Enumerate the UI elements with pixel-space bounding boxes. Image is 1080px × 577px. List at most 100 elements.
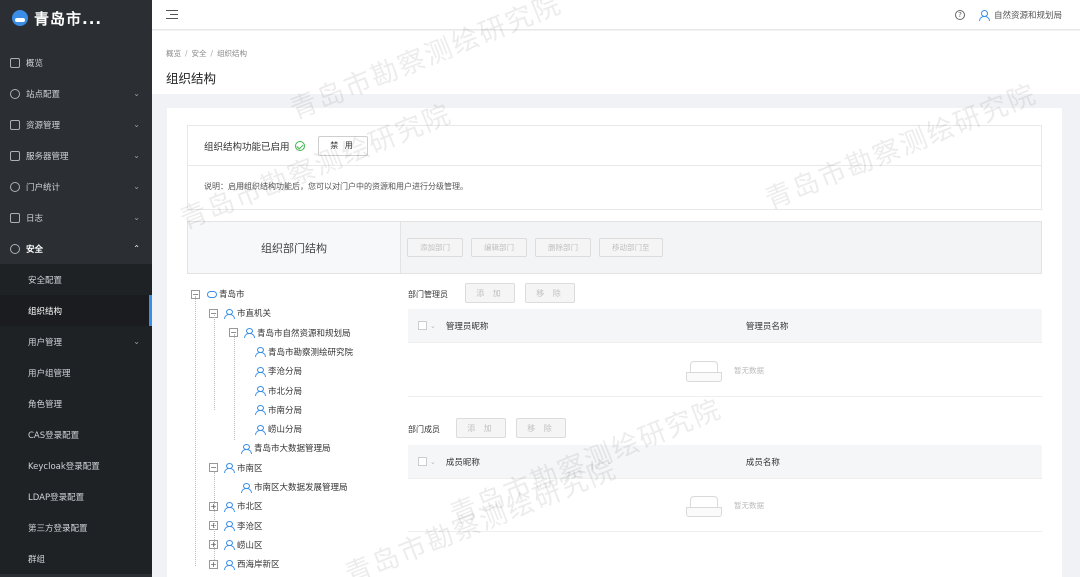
- tree-node-label: 西海岸新区: [237, 560, 280, 571]
- sidebar-subitem[interactable]: 用户管理 ⌄: [0, 326, 152, 357]
- tree-node[interactable]: 市南分局: [255, 402, 302, 418]
- sidebar-subitem[interactable]: 角色管理: [0, 388, 152, 419]
- tree-node-label: 青岛市: [219, 290, 245, 300]
- tree-node[interactable]: − 市直机关: [209, 305, 271, 321]
- group-icon: [224, 463, 235, 474]
- tree-node[interactable]: + 崂山区: [209, 537, 263, 553]
- breadcrumb-item[interactable]: 安全: [192, 49, 207, 58]
- org-structure-title: 组织部门结构: [188, 222, 401, 273]
- sidebar-item-label: 资源管理: [26, 120, 61, 131]
- add-member-button[interactable]: 添 加: [456, 418, 506, 438]
- chevron-down-icon[interactable]: ⌄: [430, 458, 436, 466]
- tree-node[interactable]: 青岛市勘察测绘研究院: [255, 344, 353, 360]
- sidebar-subitem[interactable]: 群组: [0, 543, 152, 574]
- breadcrumb-item[interactable]: 概览: [166, 49, 181, 58]
- empty-text: 暂无数据: [734, 365, 764, 375]
- group-icon: [255, 424, 266, 435]
- collapse-menu-icon[interactable]: [166, 9, 178, 20]
- tree-node-label: 青岛市勘察测绘研究院: [268, 347, 354, 358]
- tree-node-label: 市北分局: [268, 386, 303, 397]
- sidebar-item-label: 安全: [26, 244, 44, 255]
- sidebar-item[interactable]: 安全 ⌃: [0, 233, 152, 264]
- edit-department-button[interactable]: 编辑部门: [471, 238, 527, 257]
- add-admin-button[interactable]: 添 加: [465, 283, 515, 303]
- server-icon: [10, 150, 20, 161]
- brand-title: 青岛市...: [34, 9, 103, 28]
- sidebar-item-label: 门户统计: [26, 182, 61, 193]
- tree-node[interactable]: 李沧分局: [255, 363, 302, 379]
- chart-icon: [10, 181, 20, 192]
- remove-admin-button[interactable]: 移 除: [525, 283, 575, 303]
- status-panel: 组织结构功能已启用 禁 用 说明：启用组织结构功能后，您可以对门户中的资源和用户…: [187, 125, 1042, 210]
- sidebar-item[interactable]: 日志 ⌄: [0, 202, 152, 233]
- tree-connector: [195, 296, 196, 566]
- tree-node[interactable]: − 市南区: [209, 460, 263, 476]
- sidebar-subitem[interactable]: 用户组管理: [0, 357, 152, 388]
- delete-department-button[interactable]: 删除部门: [535, 238, 591, 257]
- tree-node[interactable]: + 西海岸新区: [209, 556, 280, 572]
- group-icon: [255, 405, 266, 416]
- table-icon: [10, 119, 20, 130]
- chevron-down-icon[interactable]: ⌄: [430, 322, 436, 330]
- empty-box-icon: [686, 494, 722, 517]
- admins-table-header: ⌄ 管理员昵称 管理员名称: [408, 309, 1042, 343]
- empty-box-icon: [686, 359, 722, 382]
- tree-node[interactable]: 市南区大数据发展管理局: [241, 479, 348, 495]
- chevron-down-icon: ⌄: [133, 213, 140, 222]
- empty-text: 暂无数据: [734, 500, 764, 510]
- select-all-checkbox[interactable]: [418, 321, 427, 330]
- sidebar-item[interactable]: 概览: [0, 47, 152, 78]
- sidebar-subitem[interactable]: Keycloak登录配置: [0, 450, 152, 481]
- tree-node-label: 青岛市自然资源和规划局: [257, 328, 351, 339]
- tree-node-label: 市南区: [237, 463, 263, 474]
- sidebar-subitem-label: 用户组管理: [28, 368, 71, 379]
- tree-node-label: 市北区: [237, 502, 263, 513]
- collapse-icon[interactable]: −: [209, 463, 218, 473]
- add-department-button[interactable]: 添加部门: [407, 238, 463, 257]
- sidebar-item[interactable]: 站点配置 ⌄: [0, 78, 152, 109]
- remove-member-button[interactable]: 移 除: [516, 418, 566, 438]
- sidebar-subitem[interactable]: LDAP登录配置: [0, 481, 152, 512]
- sidebar-subitem[interactable]: 组织结构: [0, 295, 152, 326]
- column-header: 成员昵称: [445, 457, 480, 468]
- sidebar-subitem-label: 第三方登录配置: [28, 523, 88, 534]
- logo-icon: [12, 10, 28, 26]
- sidebar-subitem-label: CAS登录配置: [28, 430, 80, 441]
- tree-node[interactable]: 青岛市大数据管理局: [241, 440, 331, 456]
- chevron-up-icon: ⌃: [133, 244, 140, 253]
- sidebar-item[interactable]: 服务器管理 ⌄: [0, 140, 152, 171]
- sidebar-item-label: 站点配置: [26, 89, 61, 100]
- cloud-icon: [206, 290, 217, 299]
- tree-node[interactable]: − 青岛市自然资源和规划局: [229, 325, 351, 341]
- user-menu[interactable]: 自然资源和规划局: [978, 9, 1062, 21]
- tree-connector: [214, 472, 215, 560]
- sidebar-subitem-label: 组织结构: [28, 306, 63, 317]
- breadcrumb-separator: /: [210, 49, 214, 58]
- tree-node-label: 市南分局: [268, 405, 303, 416]
- disable-button[interactable]: 禁 用: [317, 135, 368, 156]
- user-name: 自然资源和规划局: [993, 10, 1062, 21]
- select-all-checkbox[interactable]: [418, 457, 427, 466]
- user-icon: [978, 9, 990, 21]
- tree-node-label: 李沧分局: [268, 367, 303, 378]
- sidebar-subitem[interactable]: 安全配置: [0, 264, 152, 295]
- tree-node-label: 青岛市大数据管理局: [254, 444, 331, 455]
- tree-node[interactable]: 崂山分局: [255, 421, 302, 437]
- sidebar-subitem[interactable]: CAS登录配置: [0, 419, 152, 450]
- expand-icon[interactable]: +: [209, 559, 218, 569]
- sidebar-subitem[interactable]: 第三方登录配置: [0, 512, 152, 543]
- tree-node[interactable]: 市北分局: [255, 383, 302, 399]
- tree-node[interactable]: + 李沧区: [209, 518, 263, 534]
- help-icon[interactable]: ?: [954, 9, 965, 20]
- content-card: 组织结构功能已启用 禁 用 说明：启用组织结构功能后，您可以对门户中的资源和用户…: [167, 108, 1062, 577]
- brand[interactable]: 青岛市...: [0, 0, 152, 36]
- sidebar-item[interactable]: 门户统计 ⌄: [0, 171, 152, 202]
- tree-connector: [214, 315, 215, 410]
- tree-node[interactable]: + 市北区: [209, 498, 263, 514]
- chevron-down-icon: ⌄: [133, 89, 140, 98]
- tree-node-label: 崂山分局: [268, 425, 303, 436]
- sidebar-item[interactable]: 资源管理 ⌄: [0, 109, 152, 140]
- tree-node[interactable]: − 青岛市: [191, 286, 245, 302]
- members-label: 部门成员: [408, 425, 440, 434]
- move-department-button[interactable]: 移动部门至: [599, 238, 663, 257]
